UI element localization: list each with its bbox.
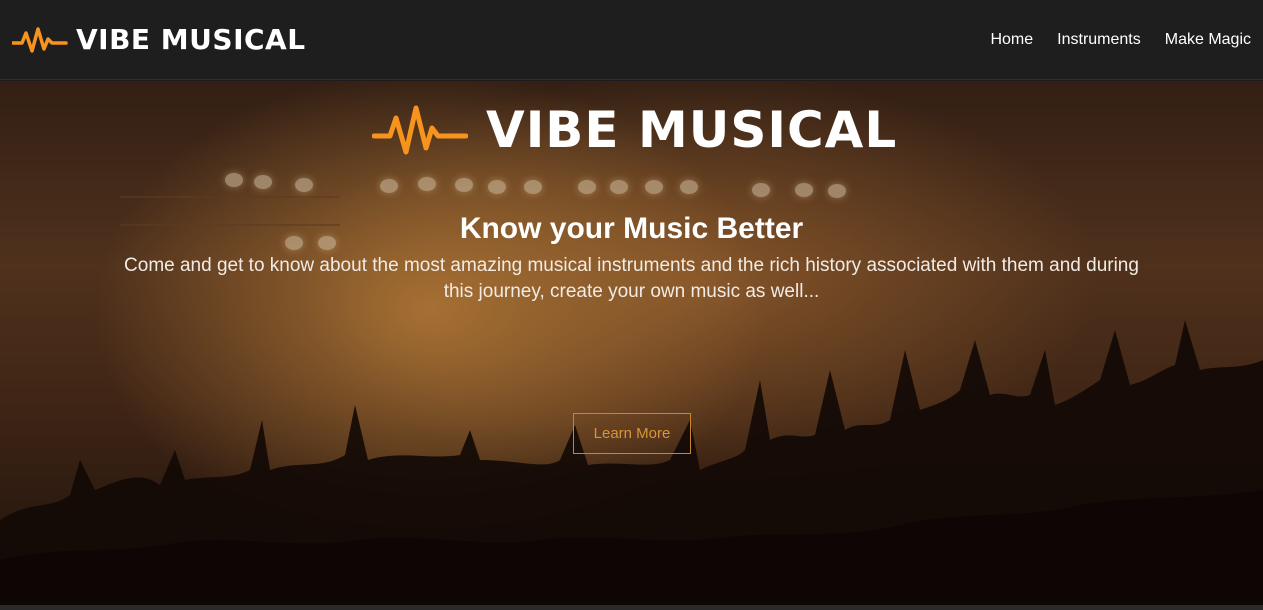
waveform-icon (12, 26, 68, 53)
nav-links: Home Instruments Make Magic (990, 31, 1251, 49)
hero-title: Know your Music Better (459, 212, 804, 245)
nav-link-home[interactable]: Home (990, 31, 1033, 49)
page-bottom-edge (0, 605, 1263, 610)
navbar: VIBE MUSICAL Home Instruments Make Magic (0, 0, 1263, 80)
hero-section: VIBE MUSICAL Know your Music Better Come… (0, 81, 1263, 610)
learn-more-button[interactable]: Learn More (573, 413, 691, 454)
waveform-icon (372, 105, 468, 155)
hero-logo: VIBE MUSICAL (372, 101, 897, 159)
brand-name: VIBE MUSICAL (76, 23, 306, 56)
hero-logo-text: VIBE MUSICAL (486, 101, 898, 159)
brand-logo[interactable]: VIBE MUSICAL (12, 23, 306, 56)
hero-subtitle: Come and get to know about the most amaz… (124, 255, 1139, 302)
nav-link-instruments[interactable]: Instruments (1057, 31, 1141, 49)
nav-link-make-magic[interactable]: Make Magic (1165, 31, 1251, 49)
